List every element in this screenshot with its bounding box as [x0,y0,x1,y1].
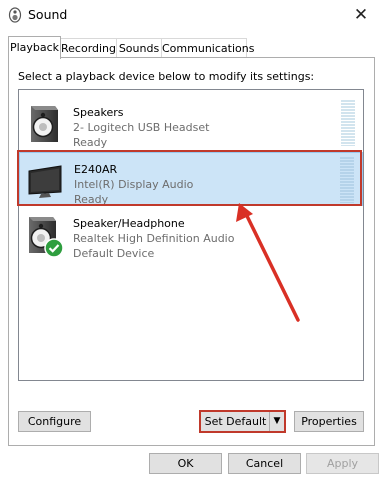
device-item-e240ar[interactable]: E240AR Intel(R) Display Audio Ready [19,152,363,206]
volume-level-meter [341,100,355,146]
device-status: Ready [74,193,109,206]
chevron-down-icon: ▼ [273,416,281,426]
window-title: Sound [28,7,68,22]
tab-sounds[interactable]: Sounds [116,38,162,58]
set-default-dropdown[interactable]: ▼ [269,411,285,432]
device-name: E240AR [74,163,118,176]
check-icon [44,238,64,258]
apply-button[interactable]: Apply [306,453,379,474]
speaker-icon [31,106,58,142]
device-description: Realtek High Definition Audio [73,232,235,245]
ok-button[interactable]: OK [149,453,222,474]
tab-recording[interactable]: Recording [60,38,117,58]
device-description: Intel(R) Display Audio [74,178,194,191]
device-item-speakers[interactable]: Speakers 2- Logitech USB Headset Ready [19,96,363,150]
tab-playback[interactable]: Playback [8,36,61,59]
device-item-speaker-headphone[interactable]: Speaker/Headphone Realtek High Definitio… [19,207,363,261]
device-status: Default Device [73,247,155,260]
monitor-icon [28,165,62,198]
close-icon: ✕ [353,5,369,25]
sound-icon [8,7,22,23]
device-status: Ready [73,136,108,149]
set-default-button[interactable]: Set Default [200,411,270,432]
title-bar: Sound ✕ [0,0,384,30]
device-name: Speaker/Headphone [73,217,185,230]
device-description: 2- Logitech USB Headset [73,121,210,134]
device-list[interactable]: Speakers 2- Logitech USB Headset Ready E… [18,89,364,381]
cancel-button[interactable]: Cancel [228,453,301,474]
device-name: Speakers [73,106,124,119]
close-button[interactable]: ✕ [338,0,384,30]
properties-button[interactable]: Properties [294,411,364,432]
volume-level-meter [340,157,354,203]
configure-button[interactable]: Configure [18,411,91,432]
tab-communications[interactable]: Communications [161,38,254,58]
instruction-text: Select a playback device below to modify… [18,70,315,83]
